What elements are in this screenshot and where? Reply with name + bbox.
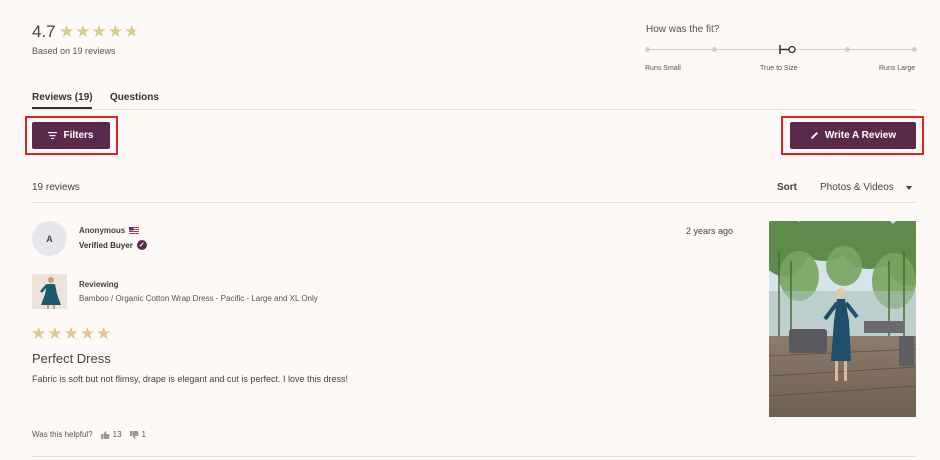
helpful-row: Was this helpful? 13 1 (32, 430, 146, 439)
fit-dot (645, 47, 650, 52)
star-icon: ★ (96, 324, 112, 343)
review-author: Anonymous (79, 226, 140, 235)
star-icon: ★ (75, 22, 91, 41)
caret-down-icon[interactable] (906, 186, 912, 190)
star-icon: ★ (47, 324, 63, 343)
fit-dot (912, 47, 917, 52)
divider (32, 202, 916, 203)
upvote-button[interactable]: 13 (100, 430, 122, 439)
downvote-button[interactable]: 1 (129, 430, 146, 439)
rating-value: 4.7 (32, 22, 56, 41)
star-icon: ★ (63, 324, 79, 343)
us-flag-icon (129, 227, 140, 234)
review-count: 19 reviews (32, 182, 80, 193)
review-date: 2 years ago (686, 226, 734, 236)
verified-check-icon: ✓ (136, 240, 147, 250)
divider (32, 456, 916, 457)
fit-question: How was the fit? (646, 24, 720, 35)
helpful-question: Was this helpful? (32, 430, 93, 439)
author-name: Anonymous (79, 226, 126, 235)
review-photo-image (769, 221, 916, 417)
tab-reviews[interactable]: Reviews (19) (32, 92, 93, 103)
verified-label: Verified Buyer (79, 240, 133, 250)
review-stars: ★ ★ ★ ★ ★ (31, 324, 111, 344)
fit-dot (712, 47, 717, 52)
fit-marker (779, 45, 796, 54)
thumbs-down-icon (129, 430, 139, 439)
review-photo[interactable] (769, 221, 916, 417)
star-icon: ★ (124, 22, 140, 41)
reviewing-label: Reviewing (79, 280, 119, 289)
verified-badge: Verified Buyer ✓ (79, 240, 147, 250)
review-title: Perfect Dress (32, 351, 111, 366)
avatar: A (32, 221, 67, 256)
star-icon: ★ (59, 22, 75, 41)
fit-label-true: True to Size (760, 65, 798, 72)
summary-stars: ★ ★ ★ ★ ★ (59, 22, 139, 42)
dress-thumbnail-image (32, 274, 67, 309)
sort-select[interactable]: Photos & Videos (820, 182, 894, 193)
upvote-count: 13 (112, 430, 122, 439)
fit-label-large: Runs Large (879, 65, 916, 72)
divider (32, 109, 916, 110)
review-count-summary: Based on 19 reviews (32, 46, 116, 56)
fit-dot (845, 47, 850, 52)
highlight-box (781, 116, 924, 155)
fit-label-small: Runs Small (645, 65, 681, 72)
downvote-count: 1 (141, 430, 146, 439)
tab-questions[interactable]: Questions (110, 92, 159, 103)
sort-label: Sort (777, 182, 797, 193)
review-body: Fabric is soft but not flimsy, drape is … (32, 374, 348, 384)
thumbs-up-icon (100, 430, 110, 439)
product-thumbnail[interactable] (32, 274, 67, 309)
reviewed-product-link[interactable]: Bamboo / Organic Cotton Wrap Dress - Pac… (79, 294, 318, 303)
star-icon: ★ (31, 324, 47, 343)
star-icon: ★ (107, 22, 123, 41)
highlight-box (25, 116, 118, 155)
star-icon: ★ (91, 22, 107, 41)
star-icon: ★ (79, 324, 95, 343)
